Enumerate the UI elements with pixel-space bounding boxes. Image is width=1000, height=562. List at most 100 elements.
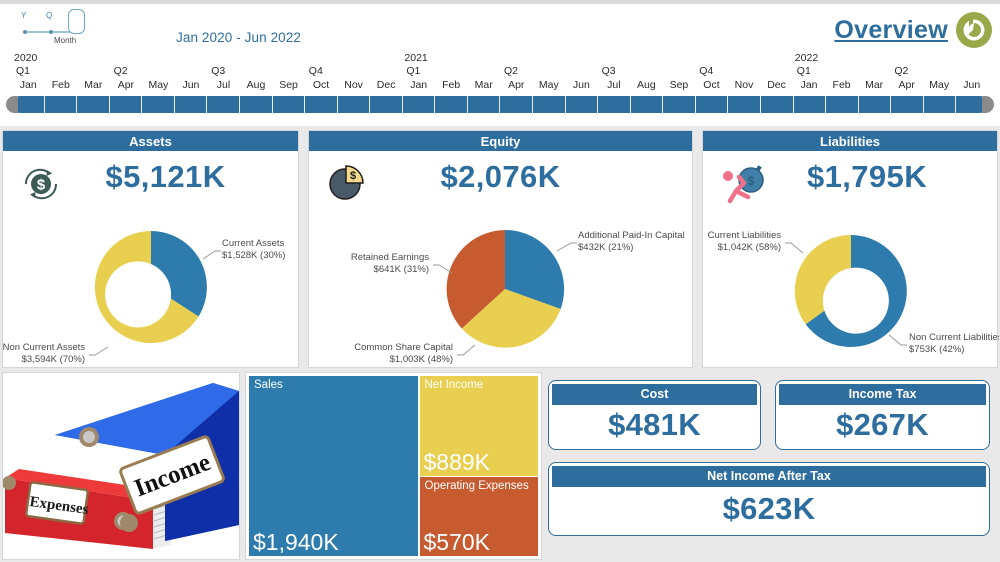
timeline-year-2[interactable]: 2022 xyxy=(795,52,818,64)
timeline-month-24[interactable]: Jan xyxy=(793,79,826,91)
timeline-cell-12[interactable] xyxy=(403,96,436,113)
timeline-cell-5[interactable] xyxy=(175,96,208,113)
granularity-option-q[interactable]: Q xyxy=(46,11,52,20)
timeline-month-15[interactable]: Apr xyxy=(500,79,533,91)
equity-seg1-label: Common Share Capital xyxy=(354,342,453,353)
timeline-month-27[interactable]: Apr xyxy=(890,79,923,91)
timeline-cell-23[interactable] xyxy=(761,96,794,113)
timeline-cell-15[interactable] xyxy=(500,96,533,113)
timeline-month-8[interactable]: Sep xyxy=(272,79,305,91)
timeline-cell-8[interactable] xyxy=(273,96,306,113)
liabilities-donut-chart[interactable]: Current Liabilities $1,042K (58%) Non Cu… xyxy=(703,207,999,367)
timeline-month-19[interactable]: Aug xyxy=(630,79,663,91)
granularity-option-y[interactable]: Y xyxy=(21,11,26,20)
timeline-month-20[interactable]: Sep xyxy=(663,79,696,91)
timeline-cell-2[interactable] xyxy=(77,96,110,113)
timeline-month-23[interactable]: Dec xyxy=(760,79,793,91)
timeline-month-5[interactable]: Jun xyxy=(175,79,208,91)
timeline-quarter-8[interactable]: Q1 xyxy=(797,65,811,77)
timeline-year-1[interactable]: 2021 xyxy=(404,52,427,64)
timeline-month-17[interactable]: Jun xyxy=(565,79,598,91)
assets-donut-chart[interactable]: Current Assets $1,528K (30%) Non Current… xyxy=(3,207,298,367)
timeline-month-18[interactable]: Jul xyxy=(598,79,631,91)
timeline-cell-18[interactable] xyxy=(598,96,631,113)
timeline-cell-17[interactable] xyxy=(566,96,599,113)
timeline-cell-20[interactable] xyxy=(663,96,696,113)
timeline-month-6[interactable]: Jul xyxy=(207,79,240,91)
timeline-quarter-9[interactable]: Q2 xyxy=(894,65,908,77)
timeline-quarter-5[interactable]: Q2 xyxy=(504,65,518,77)
equity-pie-chart[interactable]: Additional Paid-In Capital $432K (21%) R… xyxy=(309,207,692,367)
timeline-month-25[interactable]: Feb xyxy=(825,79,858,91)
slider-dot-y[interactable] xyxy=(23,30,27,34)
timeline-cell-27[interactable] xyxy=(891,96,924,113)
timeline-month-22[interactable]: Nov xyxy=(728,79,761,91)
assets-seg0-detail: $1,528K (30%) xyxy=(222,250,285,261)
timeline-cell-24[interactable] xyxy=(794,96,827,113)
timeline-cell-22[interactable] xyxy=(728,96,761,113)
timeline-cell-16[interactable] xyxy=(533,96,566,113)
timeline-cell-4[interactable] xyxy=(142,96,175,113)
timeline-bar[interactable] xyxy=(6,96,994,113)
card-equity-title: Equity xyxy=(309,131,692,153)
timeline-cell-7[interactable] xyxy=(240,96,273,113)
timeline-years: 2020 2021 2022 xyxy=(12,52,988,65)
timeline-month-7[interactable]: Aug xyxy=(240,79,273,91)
timeline-cell-11[interactable] xyxy=(370,96,403,113)
treemap-net-income-value: $889K xyxy=(423,448,491,475)
timeline-month-29[interactable]: Jun xyxy=(955,79,988,91)
timeline-cell-26[interactable] xyxy=(859,96,892,113)
timeline-cell-13[interactable] xyxy=(435,96,468,113)
timeline-month-3[interactable]: Apr xyxy=(110,79,143,91)
treemap-sales-label: Sales xyxy=(254,379,283,391)
slider-selected-handle[interactable] xyxy=(68,9,85,34)
timeline-quarter-1[interactable]: Q2 xyxy=(114,65,128,77)
timeline-cell-3[interactable] xyxy=(110,96,143,113)
timeline-month-14[interactable]: Mar xyxy=(467,79,500,91)
slider-dot-q[interactable] xyxy=(49,30,53,34)
timeline-month-16[interactable]: May xyxy=(533,79,566,91)
timeline-month-21[interactable]: Oct xyxy=(695,79,728,91)
timeline-month-2[interactable]: Mar xyxy=(77,79,110,91)
timeline-cell-25[interactable] xyxy=(826,96,859,113)
page-title[interactable]: Overview xyxy=(834,16,948,45)
timeline-cell-19[interactable] xyxy=(631,96,664,113)
timeline-handle-left[interactable] xyxy=(6,96,18,113)
treemap-box-sales[interactable]: Sales $1,940K xyxy=(249,376,419,556)
timeline-handle-right[interactable] xyxy=(982,96,994,113)
timeline-cell-21[interactable] xyxy=(696,96,729,113)
income-treemap[interactable]: Sales $1,940K Net Income $889K Operating… xyxy=(245,372,542,560)
timeline-quarter-0[interactable]: Q1 xyxy=(16,65,30,77)
granularity-slider[interactable]: Y Q M Month xyxy=(20,9,92,48)
timeline-cell-14[interactable] xyxy=(468,96,501,113)
timeline-month-4[interactable]: May xyxy=(142,79,175,91)
timeline-quarter-7[interactable]: Q4 xyxy=(699,65,713,77)
kpi-card-income-tax: Income Tax $267K xyxy=(775,380,990,450)
timeline-month-1[interactable]: Feb xyxy=(45,79,78,91)
timeline-month-9[interactable]: Oct xyxy=(305,79,338,91)
timeline-month-13[interactable]: Feb xyxy=(435,79,468,91)
timeline-year-0[interactable]: 2020 xyxy=(14,52,37,64)
timeline-month-12[interactable]: Jan xyxy=(402,79,435,91)
card-assets: Assets $ $5,121K Current Assets $1,528K … xyxy=(2,130,299,368)
timeline-quarter-2[interactable]: Q3 xyxy=(211,65,225,77)
timeline-cell-6[interactable] xyxy=(207,96,240,113)
timeline-cell-9[interactable] xyxy=(305,96,338,113)
timeline-cell-10[interactable] xyxy=(338,96,371,113)
kpi-net-income-after-tax-title: Net Income After Tax xyxy=(552,466,986,487)
timeline-month-11[interactable]: Dec xyxy=(370,79,403,91)
timeline-quarter-4[interactable]: Q1 xyxy=(406,65,420,77)
timeline-month-28[interactable]: May xyxy=(923,79,956,91)
timeline-slicer[interactable]: 2020 2021 2022 Q1 Q2 Q3 Q4 Q1 Q2 Q3 Q4 Q1 Q2 Jan Feb… xyxy=(6,52,994,114)
timeline-month-26[interactable]: Mar xyxy=(858,79,891,91)
treemap-box-operating-expenses[interactable]: Operating Expenses $570K xyxy=(419,476,538,556)
timeline-cell-1[interactable] xyxy=(45,96,78,113)
timeline-quarter-3[interactable]: Q4 xyxy=(309,65,323,77)
card-assets-title: Assets xyxy=(3,131,298,153)
timeline-month-10[interactable]: Nov xyxy=(337,79,370,91)
treemap-box-net-income[interactable]: Net Income $889K xyxy=(419,376,538,476)
timeline-quarter-6[interactable]: Q3 xyxy=(602,65,616,77)
timeline-month-0[interactable]: Jan xyxy=(12,79,45,91)
income-expenses-binders-photo: Expenses Income xyxy=(2,372,240,560)
timeline-cell-28[interactable] xyxy=(924,96,957,113)
